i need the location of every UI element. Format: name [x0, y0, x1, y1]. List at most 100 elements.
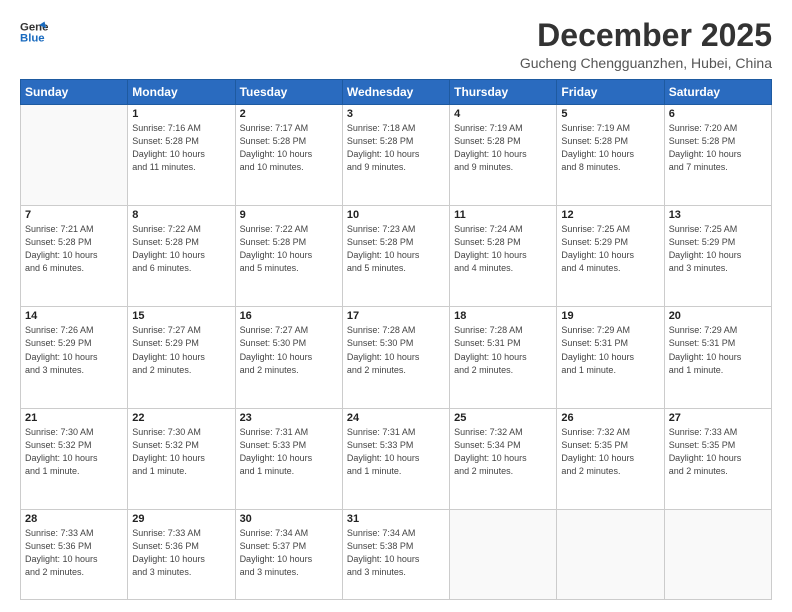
day-info: Sunrise: 7:27 AMSunset: 5:30 PMDaylight:…: [240, 324, 338, 376]
day-number: 25: [454, 412, 552, 424]
day-number: 31: [347, 513, 445, 525]
day-info: Sunrise: 7:32 AMSunset: 5:35 PMDaylight:…: [561, 426, 659, 478]
table-row: 5Sunrise: 7:19 AMSunset: 5:28 PMDaylight…: [557, 105, 664, 206]
day-info: Sunrise: 7:31 AMSunset: 5:33 PMDaylight:…: [240, 426, 338, 478]
calendar-header-row: Sunday Monday Tuesday Wednesday Thursday…: [21, 80, 772, 105]
day-info: Sunrise: 7:22 AMSunset: 5:28 PMDaylight:…: [132, 223, 230, 275]
table-row: 28 Sunrise: 7:33 AMSunset: 5:36 PMDayligh…: [21, 509, 128, 599]
col-monday: Monday: [128, 80, 235, 105]
table-row: 1 Sunrise: 7:16 AMSunset: 5:28 PMDaylight…: [128, 105, 235, 206]
logo-icon: General Blue: [20, 18, 48, 46]
day-number: 12: [561, 209, 659, 221]
table-row: 24 Sunrise: 7:31 AMSunset: 5:33 PMDayligh…: [342, 408, 449, 509]
table-row: [557, 509, 664, 599]
day-info: Sunrise: 7:30 AMSunset: 5:32 PMDaylight:…: [25, 426, 123, 478]
day-info: Sunrise: 7:28 AMSunset: 5:31 PMDaylight:…: [454, 324, 552, 376]
table-row: 26Sunrise: 7:32 AMSunset: 5:35 PMDayligh…: [557, 408, 664, 509]
day-info: Sunrise: 7:21 AMSunset: 5:28 PMDaylight:…: [25, 223, 123, 275]
day-number: 24: [347, 412, 445, 424]
day-number: 11: [454, 209, 552, 221]
day-info: Sunrise: 7:16 AMSunset: 5:28 PMDaylight:…: [132, 122, 230, 174]
table-row: 13Sunrise: 7:25 AMSunset: 5:29 PMDayligh…: [664, 206, 771, 307]
day-number: 1: [132, 108, 230, 120]
day-info: Sunrise: 7:31 AMSunset: 5:33 PMDaylight:…: [347, 426, 445, 478]
day-info: Sunrise: 7:19 AMSunset: 5:28 PMDaylight:…: [561, 122, 659, 174]
table-row: 10 Sunrise: 7:23 AMSunset: 5:28 PMDayligh…: [342, 206, 449, 307]
table-row: 29Sunrise: 7:33 AMSunset: 5:36 PMDayligh…: [128, 509, 235, 599]
day-number: 4: [454, 108, 552, 120]
col-friday: Friday: [557, 80, 664, 105]
day-number: 3: [347, 108, 445, 120]
day-number: 9: [240, 209, 338, 221]
day-number: 22: [132, 412, 230, 424]
day-info: Sunrise: 7:29 AMSunset: 5:31 PMDaylight:…: [669, 324, 767, 376]
day-number: 18: [454, 310, 552, 322]
day-info: Sunrise: 7:26 AMSunset: 5:29 PMDaylight:…: [25, 324, 123, 376]
svg-text:Blue: Blue: [20, 33, 45, 45]
table-row: 17 Sunrise: 7:28 AMSunset: 5:30 PMDayligh…: [342, 307, 449, 408]
day-info: Sunrise: 7:19 AMSunset: 5:28 PMDaylight:…: [454, 122, 552, 174]
day-info: Sunrise: 7:18 AMSunset: 5:28 PMDaylight:…: [347, 122, 445, 174]
day-number: 16: [240, 310, 338, 322]
day-info: Sunrise: 7:30 AMSunset: 5:32 PMDaylight:…: [132, 426, 230, 478]
day-number: 20: [669, 310, 767, 322]
day-number: 21: [25, 412, 123, 424]
day-info: Sunrise: 7:32 AMSunset: 5:34 PMDaylight:…: [454, 426, 552, 478]
table-row: 11 Sunrise: 7:24 AMSunset: 5:28 PMDayligh…: [450, 206, 557, 307]
day-info: Sunrise: 7:17 AMSunset: 5:28 PMDaylight:…: [240, 122, 338, 174]
day-info: Sunrise: 7:34 AMSunset: 5:37 PMDaylight:…: [240, 527, 338, 579]
day-info: Sunrise: 7:29 AMSunset: 5:31 PMDaylight:…: [561, 324, 659, 376]
day-info: Sunrise: 7:27 AMSunset: 5:29 PMDaylight:…: [132, 324, 230, 376]
table-row: 3 Sunrise: 7:18 AMSunset: 5:28 PMDaylight…: [342, 105, 449, 206]
table-row: 4 Sunrise: 7:19 AMSunset: 5:28 PMDaylight…: [450, 105, 557, 206]
col-thursday: Thursday: [450, 80, 557, 105]
day-info: Sunrise: 7:33 AMSunset: 5:36 PMDaylight:…: [25, 527, 123, 579]
table-row: 21 Sunrise: 7:30 AMSunset: 5:32 PMDayligh…: [21, 408, 128, 509]
table-row: 9 Sunrise: 7:22 AMSunset: 5:28 PMDaylight…: [235, 206, 342, 307]
calendar: Sunday Monday Tuesday Wednesday Thursday…: [20, 79, 772, 600]
day-info: Sunrise: 7:23 AMSunset: 5:28 PMDaylight:…: [347, 223, 445, 275]
day-info: Sunrise: 7:20 AMSunset: 5:28 PMDaylight:…: [669, 122, 767, 174]
day-info: Sunrise: 7:28 AMSunset: 5:30 PMDaylight:…: [347, 324, 445, 376]
table-row: 14 Sunrise: 7:26 AMSunset: 5:29 PMDayligh…: [21, 307, 128, 408]
day-number: 6: [669, 108, 767, 120]
table-row: 15Sunrise: 7:27 AMSunset: 5:29 PMDayligh…: [128, 307, 235, 408]
day-info: Sunrise: 7:22 AMSunset: 5:28 PMDaylight:…: [240, 223, 338, 275]
table-row: 31 Sunrise: 7:34 AMSunset: 5:38 PMDayligh…: [342, 509, 449, 599]
day-number: 23: [240, 412, 338, 424]
day-number: 7: [25, 209, 123, 221]
day-number: 8: [132, 209, 230, 221]
day-info: Sunrise: 7:33 AMSunset: 5:36 PMDaylight:…: [132, 527, 230, 579]
location: Gucheng Chengguanzhen, Hubei, China: [520, 55, 772, 71]
day-number: 10: [347, 209, 445, 221]
table-row: 8 Sunrise: 7:22 AMSunset: 5:28 PMDaylight…: [128, 206, 235, 307]
page: General Blue December 2025 Gucheng Cheng…: [0, 0, 792, 612]
day-info: Sunrise: 7:25 AMSunset: 5:29 PMDaylight:…: [669, 223, 767, 275]
table-row: 23 Sunrise: 7:31 AMSunset: 5:33 PMDayligh…: [235, 408, 342, 509]
table-row: 27 Sunrise: 7:33 AMSunset: 5:35 PMDayligh…: [664, 408, 771, 509]
title-block: December 2025 Gucheng Chengguanzhen, Hub…: [520, 18, 772, 71]
day-info: Sunrise: 7:34 AMSunset: 5:38 PMDaylight:…: [347, 527, 445, 579]
day-info: Sunrise: 7:24 AMSunset: 5:28 PMDaylight:…: [454, 223, 552, 275]
table-row: 18 Sunrise: 7:28 AMSunset: 5:31 PMDayligh…: [450, 307, 557, 408]
table-row: 7 Sunrise: 7:21 AMSunset: 5:28 PMDaylight…: [21, 206, 128, 307]
table-row: 20 Sunrise: 7:29 AMSunset: 5:31 PMDayligh…: [664, 307, 771, 408]
day-number: 17: [347, 310, 445, 322]
day-number: 2: [240, 108, 338, 120]
day-number: 28: [25, 513, 123, 525]
table-row: 25 Sunrise: 7:32 AMSunset: 5:34 PMDayligh…: [450, 408, 557, 509]
col-saturday: Saturday: [664, 80, 771, 105]
table-row: 6 Sunrise: 7:20 AMSunset: 5:28 PMDaylight…: [664, 105, 771, 206]
table-row: 2 Sunrise: 7:17 AMSunset: 5:28 PMDaylight…: [235, 105, 342, 206]
day-number: 27: [669, 412, 767, 424]
col-sunday: Sunday: [21, 80, 128, 105]
col-tuesday: Tuesday: [235, 80, 342, 105]
day-number: 14: [25, 310, 123, 322]
table-row: 30 Sunrise: 7:34 AMSunset: 5:37 PMDayligh…: [235, 509, 342, 599]
day-number: 30: [240, 513, 338, 525]
col-wednesday: Wednesday: [342, 80, 449, 105]
table-row: 22 Sunrise: 7:30 AMSunset: 5:32 PMDayligh…: [128, 408, 235, 509]
table-row: 19Sunrise: 7:29 AMSunset: 5:31 PMDayligh…: [557, 307, 664, 408]
day-info: Sunrise: 7:33 AMSunset: 5:35 PMDaylight:…: [669, 426, 767, 478]
table-row: [21, 105, 128, 206]
